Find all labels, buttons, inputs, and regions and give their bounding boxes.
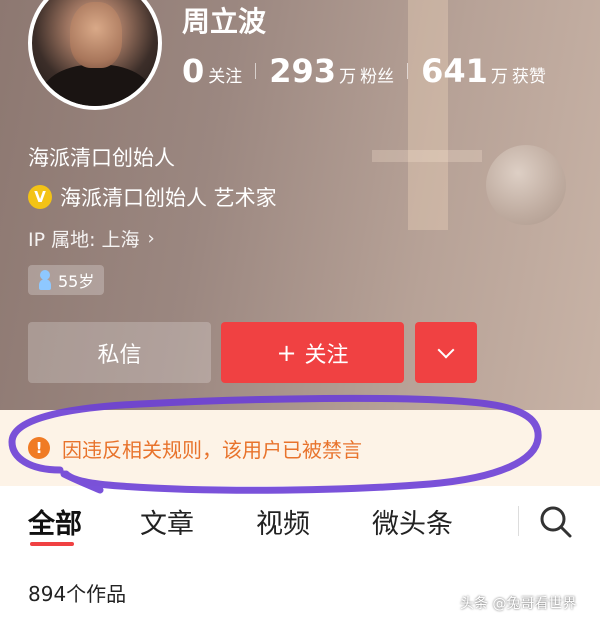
watermark: 头条 @兔哥看世界 — [460, 596, 577, 612]
muted-notice-bar: ! 因违反相关规则，该用户已被禁言 — [0, 410, 600, 486]
warning-icon: ! — [28, 437, 50, 459]
male-icon — [38, 270, 52, 290]
follow-button-label: 关注 — [304, 342, 349, 368]
chevron-down-icon — [437, 341, 455, 358]
active-tab-indicator — [30, 542, 74, 546]
profile-bio: 海派清口创始人 — [28, 146, 175, 170]
background-sphere — [486, 145, 566, 225]
age-text: 55岁 — [58, 272, 95, 291]
message-button-label: 私信 — [97, 342, 142, 368]
background-decoration — [408, 0, 448, 230]
profile-header: 周立波 0 关注 293 万 粉丝 641 万 获赞 海派清口创始人 V 海派清… — [0, 0, 600, 410]
tab-videos[interactable]: 视频 — [256, 502, 310, 541]
stat-label: 获赞 — [511, 67, 546, 87]
divider — [518, 506, 519, 536]
stat-number: 293 — [269, 52, 337, 90]
stat-unit: 万 — [339, 67, 357, 87]
stat-label: 关注 — [208, 67, 243, 87]
verification-text: 海派清口创始人 艺术家 — [60, 186, 277, 210]
background-decoration — [372, 150, 482, 162]
profile-name: 周立波 — [182, 5, 267, 38]
more-options-button[interactable] — [415, 322, 477, 383]
tab-articles[interactable]: 文章 — [140, 502, 194, 541]
stat-following[interactable]: 0 关注 — [182, 52, 242, 90]
stat-followers[interactable]: 293 万 粉丝 — [269, 52, 394, 90]
avatar[interactable] — [28, 0, 162, 110]
tab-all[interactable]: 全部 — [28, 502, 82, 541]
plus-icon: + — [276, 338, 297, 367]
age-tag: 55岁 — [28, 265, 105, 295]
divider — [407, 63, 409, 79]
profile-stats: 0 关注 293 万 粉丝 641 万 获赞 — [182, 52, 546, 90]
stat-label: 粉丝 — [360, 67, 395, 87]
verification-info: V 海派清口创始人 艺术家 — [28, 182, 277, 212]
stat-number: 641 — [421, 52, 488, 90]
ip-location-text: IP 属地: 上海 — [28, 229, 140, 251]
stat-likes[interactable]: 641 万 获赞 — [421, 52, 546, 90]
ip-location[interactable]: IP 属地: 上海 › — [28, 225, 155, 252]
divider — [255, 63, 257, 79]
muted-notice-text: 因违反相关规则，该用户已被禁言 — [62, 437, 362, 462]
stat-unit: 万 — [490, 67, 508, 87]
avatar-figure-head — [70, 2, 122, 68]
works-count: 894个作品 — [28, 582, 127, 606]
avatar-figure-body — [42, 64, 152, 106]
follow-button[interactable]: + 关注 — [221, 322, 404, 383]
chevron-right-icon: › — [147, 228, 155, 249]
message-button[interactable]: 私信 — [28, 322, 211, 383]
search-icon[interactable] — [538, 504, 574, 540]
tab-micro-posts[interactable]: 微头条 — [372, 502, 453, 541]
stat-number: 0 — [182, 52, 205, 90]
content-tabs: 全部 文章 视频 微头条 — [0, 494, 600, 552]
verified-badge-icon: V — [28, 185, 52, 209]
